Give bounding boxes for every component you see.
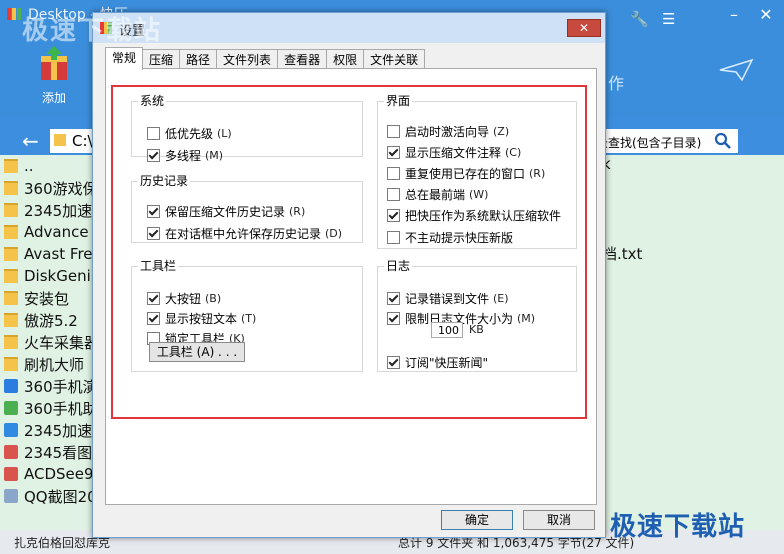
folder-icon — [4, 247, 18, 261]
file-name: 2345加速 — [24, 201, 93, 220]
image-app-icon — [4, 467, 18, 481]
back-arrow-icon[interactable]: ← — [22, 127, 39, 155]
list-item[interactable]: 刷机大师 — [0, 353, 100, 375]
file-name: 火车采集器 — [24, 333, 100, 352]
tab-3[interactable]: 文件列表 — [216, 49, 279, 70]
tab-2[interactable]: 路径 — [179, 49, 218, 70]
add-archive-icon — [41, 46, 67, 80]
add-label: 添加 — [41, 91, 66, 105]
file-name: ACDSee9. — [24, 465, 99, 483]
list-item[interactable]: 火车采集器 — [0, 331, 100, 353]
file-name: Avast Fre — [24, 245, 93, 263]
tab-0[interactable]: 常规 — [105, 47, 144, 70]
search-field[interactable]: 录查找(包含子目录) — [590, 129, 738, 153]
dialog-close-button[interactable]: ✕ — [567, 19, 601, 37]
close-window-button[interactable]: ✕ — [752, 6, 780, 24]
menu-icon[interactable]: ☰ — [662, 10, 675, 28]
file-name: 安装包 — [24, 289, 70, 308]
folder-icon — [4, 313, 18, 327]
app-logo-icon — [7, 8, 21, 20]
ok-button[interactable]: 确定 — [441, 510, 513, 530]
list-item[interactable]: ACDSee9. — [0, 463, 100, 485]
list-item[interactable]: 360手机助 — [0, 397, 100, 419]
folder-icon — [54, 134, 66, 146]
paper-plane-icon — [719, 58, 754, 82]
watermark-bottom: 极速下载站 — [610, 512, 746, 542]
image-file-icon — [4, 489, 18, 503]
list-item[interactable]: DiskGeniu — [0, 265, 100, 287]
folder-icon — [4, 269, 18, 283]
list-item[interactable]: Avast Fre — [0, 243, 100, 265]
list-item[interactable]: 2345看图 — [0, 441, 100, 463]
file-name: QQ截图20 — [24, 487, 97, 506]
settings-dialog: 设置 ✕ 常规 压缩 路径 文件列表 查看器 权限 文件关联 系统 历史记录 工具栏 界面 … — [92, 12, 606, 538]
tab-1[interactable]: 压缩 — [142, 49, 181, 70]
list-item[interactable]: 2345加速 — [0, 199, 100, 221]
folder-icon — [4, 203, 18, 217]
file-name: .. — [24, 157, 34, 175]
file-name: 360手机助 — [24, 399, 98, 418]
watermark-top: 极速下载站 — [22, 16, 163, 46]
minimize-button[interactable]: – — [720, 6, 748, 24]
dialog-titlebar[interactable]: 设置 ✕ — [93, 13, 605, 43]
tab-4[interactable]: 查看器 — [277, 49, 328, 70]
folder-icon — [4, 225, 18, 239]
file-name: 2345看图 — [24, 443, 93, 462]
cancel-button[interactable]: 取消 — [523, 510, 595, 530]
banner-deco-text: 作 — [608, 74, 625, 93]
list-item[interactable]: QQ截图20 — [0, 485, 100, 507]
file-name: 360游戏保 — [24, 179, 98, 198]
list-item[interactable]: 傲游5.2 — [0, 309, 100, 331]
settings-wrench-icon[interactable]: 🔧 — [630, 10, 649, 28]
add-button[interactable]: 添加 — [30, 46, 78, 106]
image-app-icon — [4, 445, 18, 459]
file-name: 傲游5.2 — [24, 311, 78, 330]
folder-icon — [4, 357, 18, 371]
file-name: 刷机大师 — [24, 355, 85, 374]
file-name: Advance — [24, 223, 89, 241]
file-list-right: k 档.txt — [600, 155, 784, 530]
search-label: 录查找(包含子目录) — [596, 136, 702, 150]
folder-icon — [4, 291, 18, 305]
list-item[interactable]: 档.txt — [602, 243, 642, 264]
browser-icon — [4, 423, 18, 437]
tab-strip: 常规 压缩 路径 文件列表 查看器 权限 文件关联 — [105, 47, 426, 70]
phone-app-icon — [4, 379, 18, 393]
list-item[interactable]: .. — [0, 155, 100, 177]
list-item[interactable]: 安装包 — [0, 287, 100, 309]
list-item[interactable]: Advance — [0, 221, 100, 243]
tab-6[interactable]: 文件关联 — [363, 49, 426, 70]
folder-icon — [4, 159, 18, 173]
search-icon[interactable] — [714, 132, 732, 150]
folder-icon — [4, 181, 18, 195]
highlight-annotation — [111, 85, 587, 419]
file-name: 2345加速 — [24, 421, 93, 440]
tab-5[interactable]: 权限 — [326, 49, 365, 70]
file-name: 360手机演 — [24, 377, 98, 396]
file-name: DiskGeniu — [24, 267, 100, 285]
folder-icon — [4, 335, 18, 349]
list-item[interactable]: 360手机演 — [0, 375, 100, 397]
file-list: .. 360游戏保 2345加速 Advance Avast Fre DiskGeniu 安… — [0, 155, 100, 530]
app-icon — [4, 401, 18, 415]
list-item[interactable]: 2345加速 — [0, 419, 100, 441]
list-item[interactable]: 360游戏保 — [0, 177, 100, 199]
address-text: C:\ — [72, 132, 93, 150]
